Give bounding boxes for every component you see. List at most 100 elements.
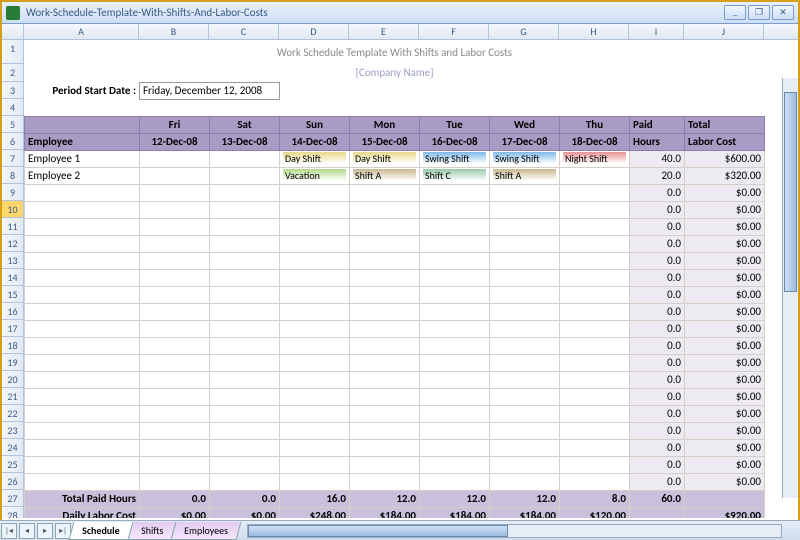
shift-cell-16-4[interactable]	[420, 422, 490, 439]
row-header-22[interactable]: 22	[2, 405, 24, 422]
row-header-18[interactable]: 18	[2, 337, 24, 354]
shift-cell-12-4[interactable]	[420, 354, 490, 371]
shift-cell-14-5[interactable]	[490, 388, 560, 405]
row-header-15[interactable]: 15	[2, 286, 24, 303]
row-header-2[interactable]: 2	[2, 64, 24, 82]
row-header-10[interactable]: 10	[2, 201, 24, 218]
row-header-19[interactable]: 19	[2, 354, 24, 371]
shift-cell-19-0[interactable]	[140, 473, 210, 490]
column-header-H[interactable]: H	[559, 24, 629, 39]
shift-cell-6-1[interactable]	[210, 252, 280, 269]
shift-cell-14-4[interactable]	[420, 388, 490, 405]
employee-name-13[interactable]	[25, 371, 140, 388]
shift-cell-2-4[interactable]	[420, 184, 490, 201]
employee-name-19[interactable]	[25, 473, 140, 490]
shift-cell-2-0[interactable]	[140, 184, 210, 201]
shift-cell-4-3[interactable]	[350, 218, 420, 235]
shift-cell-14-6[interactable]	[560, 388, 630, 405]
spreadsheet-grid[interactable]: Work Schedule Template With Shifts and L…	[24, 40, 765, 518]
select-all-corner[interactable]	[2, 24, 24, 39]
shift-cell-9-2[interactable]	[280, 303, 350, 320]
shift-cell-5-5[interactable]	[490, 235, 560, 252]
shift-cell-0-4[interactable]: Swing Shift	[420, 150, 490, 167]
row-header-23[interactable]: 23	[2, 422, 24, 439]
shift-cell-12-5[interactable]	[490, 354, 560, 371]
shift-cell-4-4[interactable]	[420, 218, 490, 235]
shift-cell-13-4[interactable]	[420, 371, 490, 388]
shift-cell-2-2[interactable]	[280, 184, 350, 201]
shift-cell-13-5[interactable]	[490, 371, 560, 388]
shift-cell-19-3[interactable]	[350, 473, 420, 490]
shift-cell-11-0[interactable]	[140, 337, 210, 354]
row-header-27[interactable]: 27	[2, 490, 24, 507]
shift-cell-6-0[interactable]	[140, 252, 210, 269]
shift-cell-1-2[interactable]: Vacation	[280, 167, 350, 184]
employee-name-12[interactable]	[25, 354, 140, 371]
shift-cell-16-2[interactable]	[280, 422, 350, 439]
shift-cell-11-5[interactable]	[490, 337, 560, 354]
shift-cell-2-5[interactable]	[490, 184, 560, 201]
shift-cell-2-3[interactable]	[350, 184, 420, 201]
column-header-G[interactable]: G	[489, 24, 559, 39]
shift-cell-17-3[interactable]	[350, 439, 420, 456]
shift-cell-4-0[interactable]	[140, 218, 210, 235]
shift-cell-8-3[interactable]	[350, 286, 420, 303]
shift-cell-2-6[interactable]	[560, 184, 630, 201]
shift-cell-11-1[interactable]	[210, 337, 280, 354]
horizontal-scrollbar[interactable]	[247, 524, 782, 538]
shift-cell-9-3[interactable]	[350, 303, 420, 320]
hscroll-thumb[interactable]	[248, 525, 508, 537]
shift-cell-3-2[interactable]	[280, 201, 350, 218]
vertical-scrollbar[interactable]	[782, 78, 798, 498]
row-header-16[interactable]: 16	[2, 303, 24, 320]
shift-cell-12-6[interactable]	[560, 354, 630, 371]
shift-cell-15-6[interactable]	[560, 405, 630, 422]
row-header-13[interactable]: 13	[2, 252, 24, 269]
sheet-tab-schedule[interactable]: Schedule	[69, 522, 133, 540]
column-header-J[interactable]: J	[684, 24, 764, 39]
period-start-date[interactable]: Friday, December 12, 2008	[140, 82, 280, 99]
shift-cell-9-6[interactable]	[560, 303, 630, 320]
shift-cell-17-0[interactable]	[140, 439, 210, 456]
row-header-25[interactable]: 25	[2, 456, 24, 473]
shift-cell-17-1[interactable]	[210, 439, 280, 456]
shift-cell-5-0[interactable]	[140, 235, 210, 252]
shift-cell-19-1[interactable]	[210, 473, 280, 490]
shift-cell-14-0[interactable]	[140, 388, 210, 405]
row-header-4[interactable]: 4	[2, 99, 24, 116]
row-header-28[interactable]: 28	[2, 507, 24, 518]
shift-cell-10-6[interactable]	[560, 320, 630, 337]
employee-name-6[interactable]	[25, 252, 140, 269]
tab-nav-next[interactable]: ▸	[37, 523, 53, 539]
row-header-21[interactable]: 21	[2, 388, 24, 405]
shift-cell-6-5[interactable]	[490, 252, 560, 269]
shift-cell-3-0[interactable]	[140, 201, 210, 218]
shift-cell-15-1[interactable]	[210, 405, 280, 422]
shift-cell-10-2[interactable]	[280, 320, 350, 337]
shift-cell-18-0[interactable]	[140, 456, 210, 473]
row-header-5[interactable]: 5	[2, 116, 24, 133]
shift-cell-11-4[interactable]	[420, 337, 490, 354]
shift-cell-9-5[interactable]	[490, 303, 560, 320]
shift-cell-16-0[interactable]	[140, 422, 210, 439]
shift-cell-7-5[interactable]	[490, 269, 560, 286]
shift-cell-10-5[interactable]	[490, 320, 560, 337]
shift-cell-9-4[interactable]	[420, 303, 490, 320]
shift-cell-15-0[interactable]	[140, 405, 210, 422]
shift-cell-0-0[interactable]	[140, 150, 210, 167]
shift-cell-18-4[interactable]	[420, 456, 490, 473]
employee-name-2[interactable]	[25, 184, 140, 201]
employee-name-8[interactable]	[25, 286, 140, 303]
vscroll-thumb[interactable]	[784, 92, 797, 292]
shift-cell-8-4[interactable]	[420, 286, 490, 303]
shift-cell-11-3[interactable]	[350, 337, 420, 354]
shift-cell-15-5[interactable]	[490, 405, 560, 422]
shift-cell-15-3[interactable]	[350, 405, 420, 422]
row-header-7[interactable]: 7	[2, 150, 24, 167]
shift-cell-19-5[interactable]	[490, 473, 560, 490]
employee-name-9[interactable]	[25, 303, 140, 320]
shift-cell-3-6[interactable]	[560, 201, 630, 218]
shift-cell-1-3[interactable]: Shift A	[350, 167, 420, 184]
shift-cell-19-2[interactable]	[280, 473, 350, 490]
shift-cell-16-6[interactable]	[560, 422, 630, 439]
